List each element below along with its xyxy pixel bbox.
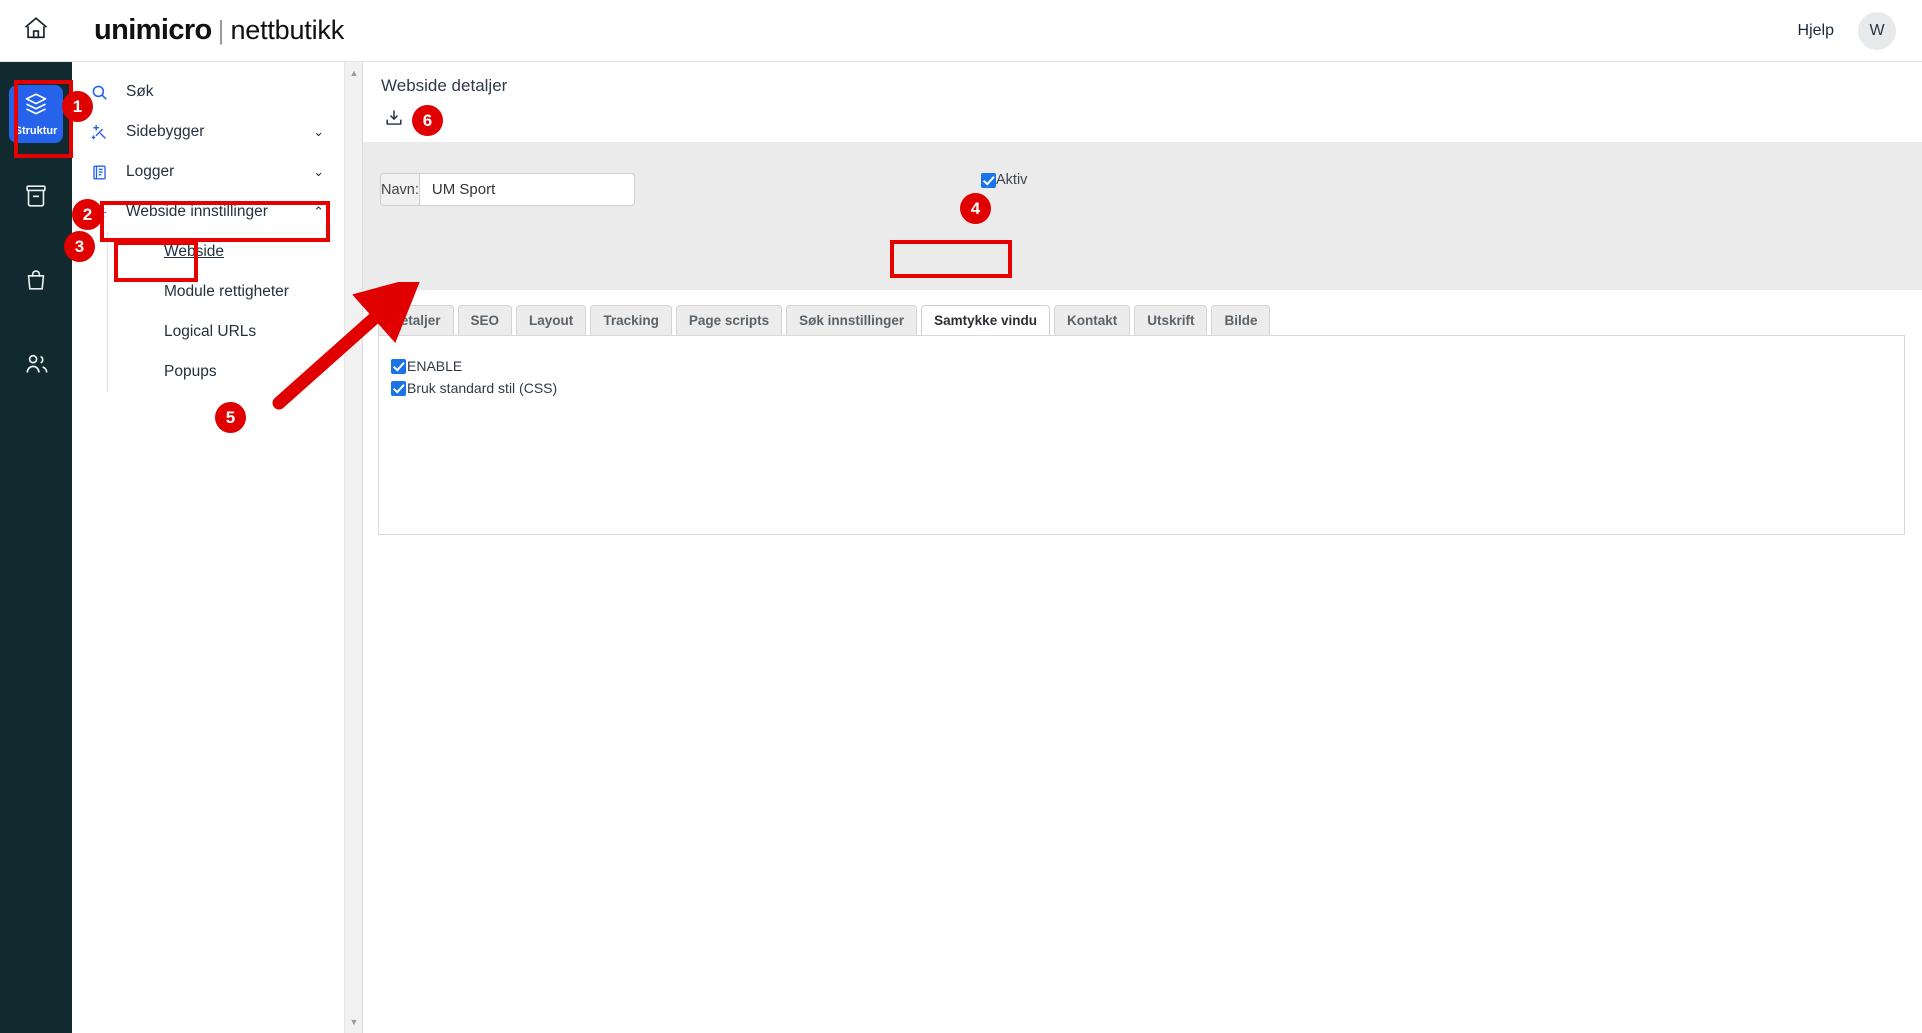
secondary-nav-panel: Søk Sidebygger ⌄ Logger (72, 62, 345, 1033)
chevron-down-icon[interactable]: ⌄ (313, 164, 324, 180)
home-icon (22, 14, 50, 47)
tab-bilde[interactable]: Bilde (1211, 305, 1270, 335)
download-tray-icon (383, 116, 405, 133)
tab-bar: Detaljer SEO Layout Tracking Page script… (378, 305, 1270, 335)
sidebar-item-popups[interactable]: Popups ⌄ (107, 352, 344, 392)
primary-nav-rail: Struktur (0, 62, 72, 1033)
navn-input[interactable] (420, 174, 635, 205)
form-band: Navn: Aktiv (363, 142, 1922, 290)
bruk-standard-stil-label: Bruk standard stil (CSS) (406, 380, 557, 396)
home-button[interactable] (0, 0, 72, 62)
shopping-bag-icon (22, 266, 50, 299)
brand-subname: nettbutikk (230, 15, 344, 46)
tab-sok-innstillinger[interactable]: Søk innstillinger (786, 305, 917, 335)
bruk-standard-stil-checkbox-row[interactable]: Bruk standard stil (CSS) (379, 380, 1904, 396)
sidebar-item-label-module-rettigheter: Module rettigheter (164, 283, 289, 301)
enable-label: ENABLE (406, 358, 462, 374)
header-actions: Hjelp W (1798, 12, 1922, 50)
enable-checkbox-row[interactable]: ENABLE (379, 336, 1904, 374)
navn-label: Navn: (381, 174, 420, 205)
scroll-down-icon[interactable]: ▼ (345, 1013, 363, 1031)
users-icon (22, 349, 51, 383)
rail-tile-struktur[interactable]: Struktur (9, 85, 63, 143)
rail-item-struktur[interactable]: Struktur (0, 72, 72, 156)
sidebar-item-label-webside: Webside (164, 243, 224, 261)
annotation-badge-1: 1 (62, 91, 93, 122)
app-window: unimicro | nettbutikk Hjelp W Struktur (0, 0, 1922, 1033)
aktiv-checkbox[interactable] (981, 173, 996, 188)
annotation-badge-6: 6 (412, 105, 443, 136)
sidebar-item-logical-urls[interactable]: Logical URLs (107, 312, 344, 352)
aktiv-label: Aktiv (996, 172, 1027, 188)
sidebar-item-label-logger: Logger (116, 163, 313, 181)
rail-item-archive[interactable] (0, 156, 72, 240)
navn-field-group: Navn: (380, 173, 635, 206)
sidebar-item-label-popups: Popups (164, 363, 217, 381)
tab-panel-samtykke-vindu: ENABLE Bruk standard stil (CSS) (378, 335, 1905, 535)
annotation-badge-5: 5 (215, 402, 246, 433)
wand-icon (90, 123, 116, 142)
enable-checkbox[interactable] (391, 359, 406, 374)
sidebar-item-logger[interactable]: Logger ⌄ (72, 152, 344, 192)
annotation-badge-3: 3 (64, 231, 95, 262)
annotation-badge-2: 2 (72, 199, 103, 230)
sidebar-item-sidebygger[interactable]: Sidebygger ⌄ (72, 112, 344, 152)
chevron-down-icon[interactable]: ⌄ (313, 124, 324, 140)
main-content: Webside detaljer Navn: Aktiv (363, 62, 1922, 1033)
page-header: Webside detaljer (363, 62, 1922, 142)
sidebar-item-label-webside-innstillinger: Webside innstillinger (116, 203, 313, 221)
sidebar-item-webside-innstillinger[interactable]: Webside innstillinger ⌃ (72, 192, 344, 232)
sidebar-item-label-sidebygger: Sidebygger (116, 123, 313, 141)
log-book-icon (90, 163, 116, 182)
brand-separator: | (218, 15, 225, 46)
brand-name: unimicro (94, 14, 212, 47)
tab-detaljer[interactable]: Detaljer (378, 305, 454, 335)
download-button[interactable] (383, 107, 1922, 134)
bruk-standard-stil-checkbox[interactable] (391, 381, 406, 396)
tab-utskrift[interactable]: Utskrift (1134, 305, 1207, 335)
tab-tracking[interactable]: Tracking (590, 305, 672, 335)
rail-item-label-struktur: Struktur (15, 125, 58, 137)
top-header: unimicro | nettbutikk Hjelp W (0, 0, 1922, 62)
scroll-up-icon[interactable]: ▲ (345, 64, 363, 82)
sidebar-item-sok[interactable]: Søk (72, 72, 344, 112)
tab-samtykke-vindu[interactable]: Samtykke vindu (921, 305, 1050, 335)
chevron-down-icon[interactable]: ⌄ (311, 364, 322, 380)
page-title: Webside detaljer (381, 76, 1922, 96)
sidebar-scrollbar[interactable]: ▲ ▼ (345, 62, 363, 1033)
chevron-up-icon[interactable]: ⌃ (313, 204, 324, 220)
tab-kontakt[interactable]: Kontakt (1054, 305, 1130, 335)
rail-item-users[interactable] (0, 324, 72, 408)
sidebar-item-webside[interactable]: Webside (107, 232, 344, 272)
avatar[interactable]: W (1858, 12, 1896, 50)
archive-box-icon (22, 182, 50, 215)
brand-logo[interactable]: unimicro | nettbutikk (94, 14, 344, 47)
help-link[interactable]: Hjelp (1798, 22, 1834, 40)
annotation-badge-4: 4 (960, 193, 991, 224)
tab-layout[interactable]: Layout (516, 305, 586, 335)
aktiv-checkbox-row[interactable]: Aktiv (981, 172, 1027, 188)
rail-item-shop[interactable] (0, 240, 72, 324)
sidebar-item-label-sok: Søk (116, 83, 324, 101)
tab-page-scripts[interactable]: Page scripts (676, 305, 782, 335)
layers-icon (23, 91, 49, 122)
sidebar-item-module-rettigheter[interactable]: Module rettigheter (107, 272, 344, 312)
search-icon (90, 83, 116, 102)
sidebar-item-label-logical-urls: Logical URLs (164, 323, 256, 341)
tab-seo[interactable]: SEO (458, 305, 513, 335)
